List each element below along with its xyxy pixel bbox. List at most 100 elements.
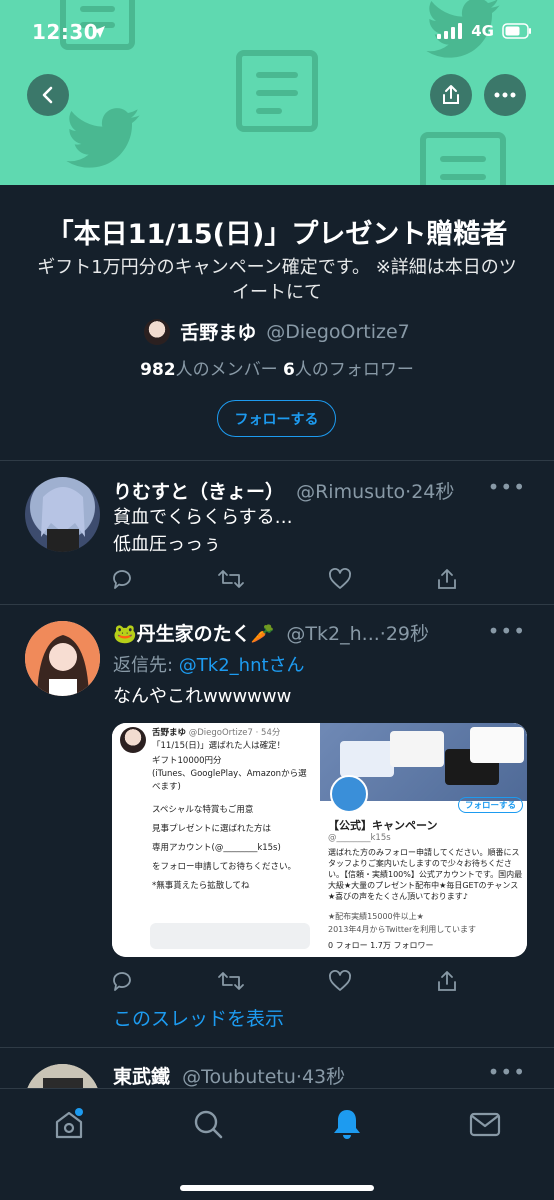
follower-label: 人のフォロワー <box>294 360 414 380</box>
back-button[interactable] <box>27 74 69 116</box>
tweet-media[interactable]: 舌野まゆ @DiegoOrtize7 · 54分 「11/15(日)」選ばれた人… <box>112 723 527 957</box>
list-title: 「本日11/15(日)」プレゼント贈糙者 <box>46 219 508 250</box>
list-description: ギフト1万円分のキャンペーン確定です。 ※詳細は本日のツイートにて <box>37 257 517 303</box>
messages-icon[interactable] <box>468 1107 502 1141</box>
tweet-text: 貧血でくらくらする… 低血圧っっぅ <box>113 504 293 558</box>
tweet-actions <box>110 969 456 993</box>
notifications-icon[interactable] <box>330 1107 364 1141</box>
battery-icon <box>502 23 531 39</box>
media-image-right[interactable]: フォローする 【公式】キャンペーン @________k15s 選ばれた方のみフ… <box>320 723 527 957</box>
tweet-header: 東武鐵 @Toubutetu·43秒 <box>113 1066 346 1088</box>
tweet-header: りむすと（きょー） @Rimusuto·24秒 <box>113 481 455 503</box>
more-options-button[interactable] <box>484 74 526 116</box>
avatar-image <box>25 621 100 696</box>
tweet-more-button[interactable]: ••• <box>488 619 526 643</box>
tweet-avatar[interactable] <box>25 621 100 696</box>
tweet-avatar[interactable] <box>25 477 100 552</box>
back-icon <box>42 86 53 104</box>
screenshot-profile-handle: @________k15s <box>328 833 391 843</box>
share-tweet-icon[interactable] <box>435 567 459 591</box>
share-tweet-icon[interactable] <box>435 969 459 993</box>
bottom-nav <box>0 1088 554 1200</box>
screenshot-line: 「11/15(日)」選ばれた人は確定！ <box>152 741 286 751</box>
tweet-author-name[interactable]: 東武鐵 <box>113 1066 170 1088</box>
tweet-author-handle[interactable]: @Toubutetu <box>182 1066 296 1088</box>
reply-to-link[interactable]: @Tk2_hntさん <box>179 655 305 676</box>
reply-context: 返信先: @Tk2_hntさん <box>113 651 305 677</box>
list-info: 「本日11/15(日)」プレゼント贈糙者 ギフト1万円分のキャンペーン確定です。… <box>0 185 554 460</box>
tweet-author-name[interactable]: 🐸丹生家のたく🥕 <box>113 623 274 645</box>
tweet-text: なんやこれwwwwww <box>113 686 292 707</box>
members-link[interactable]: 982人のメンバー <box>140 360 278 380</box>
tweet-author-handle[interactable]: @Rimusuto <box>296 481 405 503</box>
signal-icon <box>437 23 463 39</box>
screenshot-meta: ★配布実績15000件以上★ <box>328 912 424 921</box>
tweet[interactable]: 🐸丹生家のたく🥕 @Tk2_h...·29秒 ••• 返信先: @Tk2_hnt… <box>0 605 554 1047</box>
reply-prefix: 返信先: <box>113 655 179 676</box>
search-icon[interactable] <box>191 1107 225 1141</box>
screenshot-line: ギフト10000円分 <box>152 756 222 766</box>
tweet-time[interactable]: 24秒 <box>411 481 454 503</box>
tweet-text-line: 低血圧っっぅ <box>113 534 221 555</box>
screenshot-line: (iTunes、GooglePlay、Amazonから選べます) <box>152 769 307 792</box>
profile-avatar <box>330 775 368 813</box>
home-icon[interactable] <box>52 1107 86 1141</box>
tweet-time[interactable]: 29秒 <box>386 623 429 645</box>
network-type: 4G <box>471 22 494 40</box>
bird-decoration-icon <box>66 108 140 168</box>
location-arrow-icon <box>93 26 105 38</box>
reply-icon[interactable] <box>110 567 134 591</box>
home-indicator <box>180 1185 374 1191</box>
screenshot-handle: @DiegoOrtize7 · 54分 <box>188 728 281 738</box>
tweet-text-line: 貧血でくらくらする… <box>113 507 293 528</box>
screenshot-line: *無事貰えたら拡散してね <box>152 881 250 891</box>
member-count: 982 <box>140 360 176 380</box>
like-icon[interactable] <box>328 969 352 993</box>
more-icon <box>494 92 516 98</box>
screenshot-stats: 0 フォロー 1.7万 フォロワー <box>328 941 434 950</box>
screenshot-reply-preview <box>150 923 310 949</box>
tweet-more-button[interactable]: ••• <box>488 475 526 499</box>
follow-list-button[interactable]: フォローする <box>217 400 336 437</box>
status-indicators: 4G <box>437 22 532 40</box>
tweet-actions <box>110 567 456 591</box>
member-label: 人のメンバー <box>175 360 278 380</box>
gift-card <box>390 731 444 767</box>
screenshot-title: 【公式】キャンペーン <box>328 819 438 832</box>
owner-name[interactable]: 舌野まゆ <box>180 318 256 345</box>
owner-handle[interactable]: @DiegoOrtize7 <box>266 321 410 343</box>
follower-count: 6 <box>283 360 295 380</box>
list-owner[interactable]: 舌野まゆ @DiegoOrtize7 <box>0 318 554 345</box>
like-icon[interactable] <box>328 567 352 591</box>
tweet-author-handle[interactable]: @Tk2_h... <box>286 623 379 645</box>
screenshot-name: 舌野まゆ <box>152 728 187 738</box>
tweet-author-name[interactable]: りむすと（きょー） <box>113 481 284 503</box>
media-image-left[interactable]: 舌野まゆ @DiegoOrtize7 · 54分 「11/15(日)」選ばれた人… <box>112 723 317 957</box>
screenshot-line: 見事プレゼントに選ばれた方は <box>152 824 272 834</box>
tweet-more-button[interactable]: ••• <box>488 1060 526 1084</box>
reply-icon[interactable] <box>110 969 134 993</box>
document-decoration <box>236 50 318 132</box>
owner-avatar[interactable] <box>144 318 171 345</box>
avatar-image <box>41 487 85 552</box>
tweet-avatar[interactable] <box>25 1064 100 1088</box>
followers-link[interactable]: 6人のフォロワー <box>283 360 414 380</box>
tweet-header: 🐸丹生家のたく🥕 @Tk2_h...·29秒 <box>113 623 430 645</box>
gift-card <box>470 727 524 763</box>
retweet-icon[interactable] <box>217 969 245 993</box>
screenshot-body: ギフト10000円分 (iTunes、GooglePlay、Amazonから選べ… <box>120 755 309 893</box>
screenshot-line: スペシャルな特賞もご用意 <box>152 805 254 815</box>
screenshot-bio: 選ばれた方のみフォロー申請してください。順番にスタッフよりご案内いたしますので少… <box>328 848 523 901</box>
share-button[interactable] <box>430 74 472 116</box>
show-thread-link[interactable]: このスレッドを表示 <box>113 1004 284 1031</box>
tweet[interactable]: 東武鐵 @Toubutetu·43秒 ••• <box>0 1048 554 1088</box>
tweet-time[interactable]: 43秒 <box>302 1066 345 1088</box>
screenshot-meta: 2013年4月からTwitterを利用しています <box>328 925 477 934</box>
avatar-image <box>25 1064 100 1088</box>
list-banner: 12:30 4G <box>0 0 554 185</box>
share-icon <box>443 85 459 104</box>
status-time: 12:30 <box>32 20 99 44</box>
tweet[interactable]: りむすと（きょー） @Rimusuto·24秒 ••• 貧血でくらくらする… 低… <box>0 461 554 604</box>
screenshot-line: をフォロー申請してお待ちください。 <box>152 862 296 872</box>
retweet-icon[interactable] <box>217 567 245 591</box>
